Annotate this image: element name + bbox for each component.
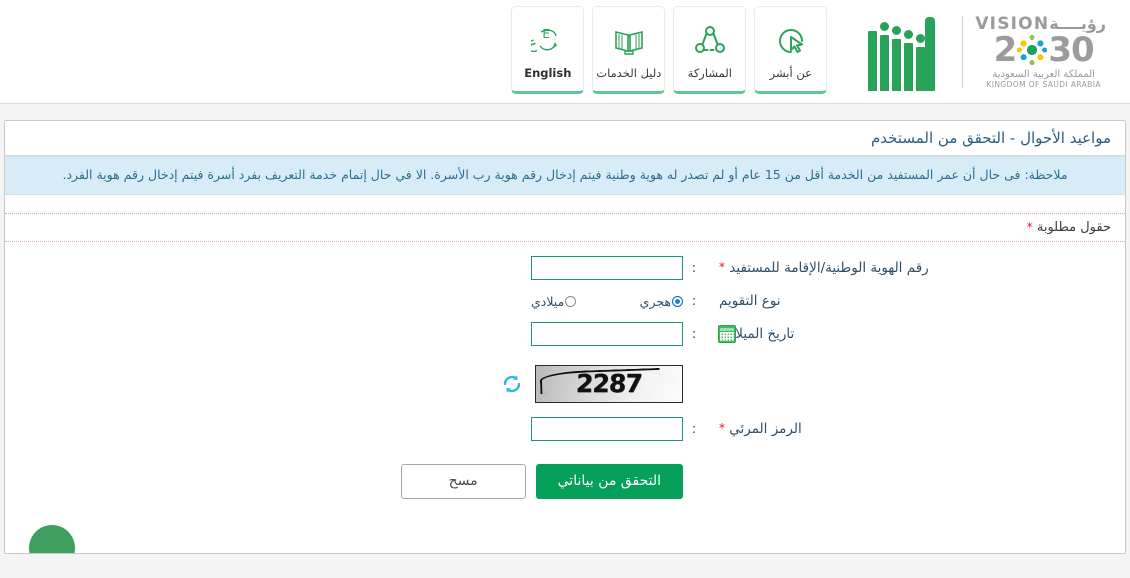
vision-subtitle-en: KINGDOM OF SAUDI ARABIA [986, 79, 1101, 89]
absher-dot-icon [880, 22, 890, 31]
absher-letter-1 [913, 34, 926, 91]
page-body: مواعيد الأحوال - التحقق من المستخدم ملاح… [0, 104, 1130, 578]
absher-bar [868, 31, 878, 91]
national-id-field-wrap [531, 256, 683, 281]
calendar-type-field-wrap: هجري ميلادي [531, 294, 683, 309]
field-colon: : [691, 260, 697, 276]
verify-my-data-button[interactable]: التحقق من بياناتي [535, 463, 683, 499]
calendar-type-label: نوع التقويم [719, 293, 781, 310]
share-nodes-icon [693, 20, 727, 62]
captcha-image-row: 2287 [5, 364, 1125, 403]
nav-button-label: عن أبشر [769, 66, 812, 80]
captcha-image: 2287 [535, 364, 683, 403]
vision-subtitle-ar: المملكة العربية السعودية [992, 68, 1095, 80]
nav-button-label: دليل الخدمات [596, 66, 662, 80]
radio-hijri-label: هجري [639, 293, 671, 309]
svg-text:ع: ع [531, 33, 537, 53]
absher-letter-4 [877, 22, 890, 91]
national-id-label: رقم الهوية الوطنية/الإقامة للمستفيد [729, 260, 929, 277]
form-row-captcha: الرمز المرئي * : [5, 413, 1125, 446]
required-asterisk: * [719, 421, 725, 436]
content-panel: مواعيد الأحوال - التحقق من المستخدم ملاح… [4, 120, 1126, 554]
form-row-national-id: رقم الهوية الوطنية/الإقامة للمستفيد * : [5, 252, 1125, 285]
field-colon: : [691, 293, 697, 309]
captcha-image-text: 2287 [575, 369, 643, 399]
absher-letter-5 [865, 31, 878, 91]
radio-gregorian-label: ميلادي [531, 293, 565, 309]
vision-2030-logo: رؤيــــة VISION 30 2 المملكة العربية الس… [975, 12, 1112, 92]
absher-dot-icon [916, 34, 926, 43]
nav-button-english[interactable]: ع E English [511, 6, 585, 94]
refresh-icon[interactable] [501, 373, 523, 395]
calendar-icon[interactable] [718, 325, 736, 344]
radio-option-hijri[interactable]: هجري [640, 294, 683, 309]
birth-date-input-group [531, 322, 736, 347]
nav-button-label: English [524, 66, 572, 80]
absher-letter-2 [901, 30, 914, 91]
vision-emblem-icon [1017, 34, 1048, 65]
radio-hijri-icon[interactable] [672, 295, 683, 307]
radio-gregorian-icon[interactable] [565, 295, 577, 307]
vision-year-right: 30 [1048, 29, 1094, 70]
birth-date-field-wrap [531, 322, 736, 347]
absher-bar [916, 47, 926, 91]
notice-banner: ملاحظة: فى حال أن عمر المستفيد من الخدمة… [5, 156, 1125, 195]
absher-logo [851, 13, 950, 91]
svg-text:E: E [542, 27, 550, 41]
required-fields-label: حقول مطلوبة [1036, 219, 1111, 235]
floating-action-button[interactable] [29, 525, 75, 553]
logo-group: رؤيــــة VISION 30 2 المملكة العربية الس… [851, 6, 1112, 98]
site-header: رؤيــــة VISION 30 2 المملكة العربية الس… [0, 0, 1130, 104]
page-title: مواعيد الأحوال - التحقق من المستخدم [5, 121, 1125, 156]
verification-form: رقم الهوية الوطنية/الإقامة للمستفيد * : … [5, 242, 1125, 499]
captcha-label: الرمز المرئي [729, 421, 802, 438]
absher-dot-icon [904, 30, 914, 39]
language-switch-icon: ع E [531, 20, 565, 62]
calendar-type-label-wrap: نوع التقويم [705, 293, 1125, 309]
national-id-label-wrap: رقم الهوية الوطنية/الإقامة للمستفيد * [705, 260, 1125, 276]
required-asterisk: * [719, 260, 725, 275]
absher-bar [904, 43, 914, 91]
required-asterisk: * [1026, 219, 1033, 234]
open-book-icon [612, 20, 646, 62]
nav-button-about-absher[interactable]: عن أبشر [754, 6, 828, 94]
clear-button[interactable]: مسح [400, 463, 526, 499]
header-nav: عن أبشر المشاركة دليل الخدمات ع E Englis… [503, 6, 828, 94]
birth-date-label: تاريخ الميلاد [729, 326, 795, 343]
absher-dot-icon [892, 26, 902, 35]
vision-year-left: 2 [993, 29, 1018, 70]
nav-button-services-guide[interactable]: دليل الخدمات [592, 6, 666, 94]
birth-date-input[interactable] [532, 323, 716, 346]
required-fields-note: حقول مطلوبة * [5, 212, 1125, 242]
captcha-field-wrap [531, 417, 683, 442]
birth-date-label-wrap: تاريخ الميلاد * [705, 326, 1125, 342]
calendar-type-radio-group: هجري ميلادي [531, 294, 683, 309]
national-id-input[interactable] [531, 256, 683, 281]
form-row-birth-date: تاريخ الميلاد * : [5, 318, 1125, 351]
logo-divider [962, 16, 964, 88]
captcha-label-wrap: الرمز المرئي * [705, 421, 1125, 437]
form-row-calendar-type: نوع التقويم : هجري ميلادي [5, 285, 1125, 318]
captcha-input[interactable] [531, 417, 683, 442]
field-colon: : [691, 421, 697, 437]
cursor-circle-icon [774, 20, 808, 62]
nav-button-label: المشاركة [687, 66, 732, 80]
radio-option-gregorian[interactable]: ميلادي [531, 293, 577, 309]
form-actions: التحقق من بياناتي مسح [5, 463, 1125, 499]
absher-letter-3 [889, 26, 902, 91]
absher-alif-stroke [925, 17, 936, 91]
nav-button-participation[interactable]: المشاركة [673, 6, 747, 94]
absher-bar [892, 39, 902, 91]
absher-bar [880, 35, 890, 91]
